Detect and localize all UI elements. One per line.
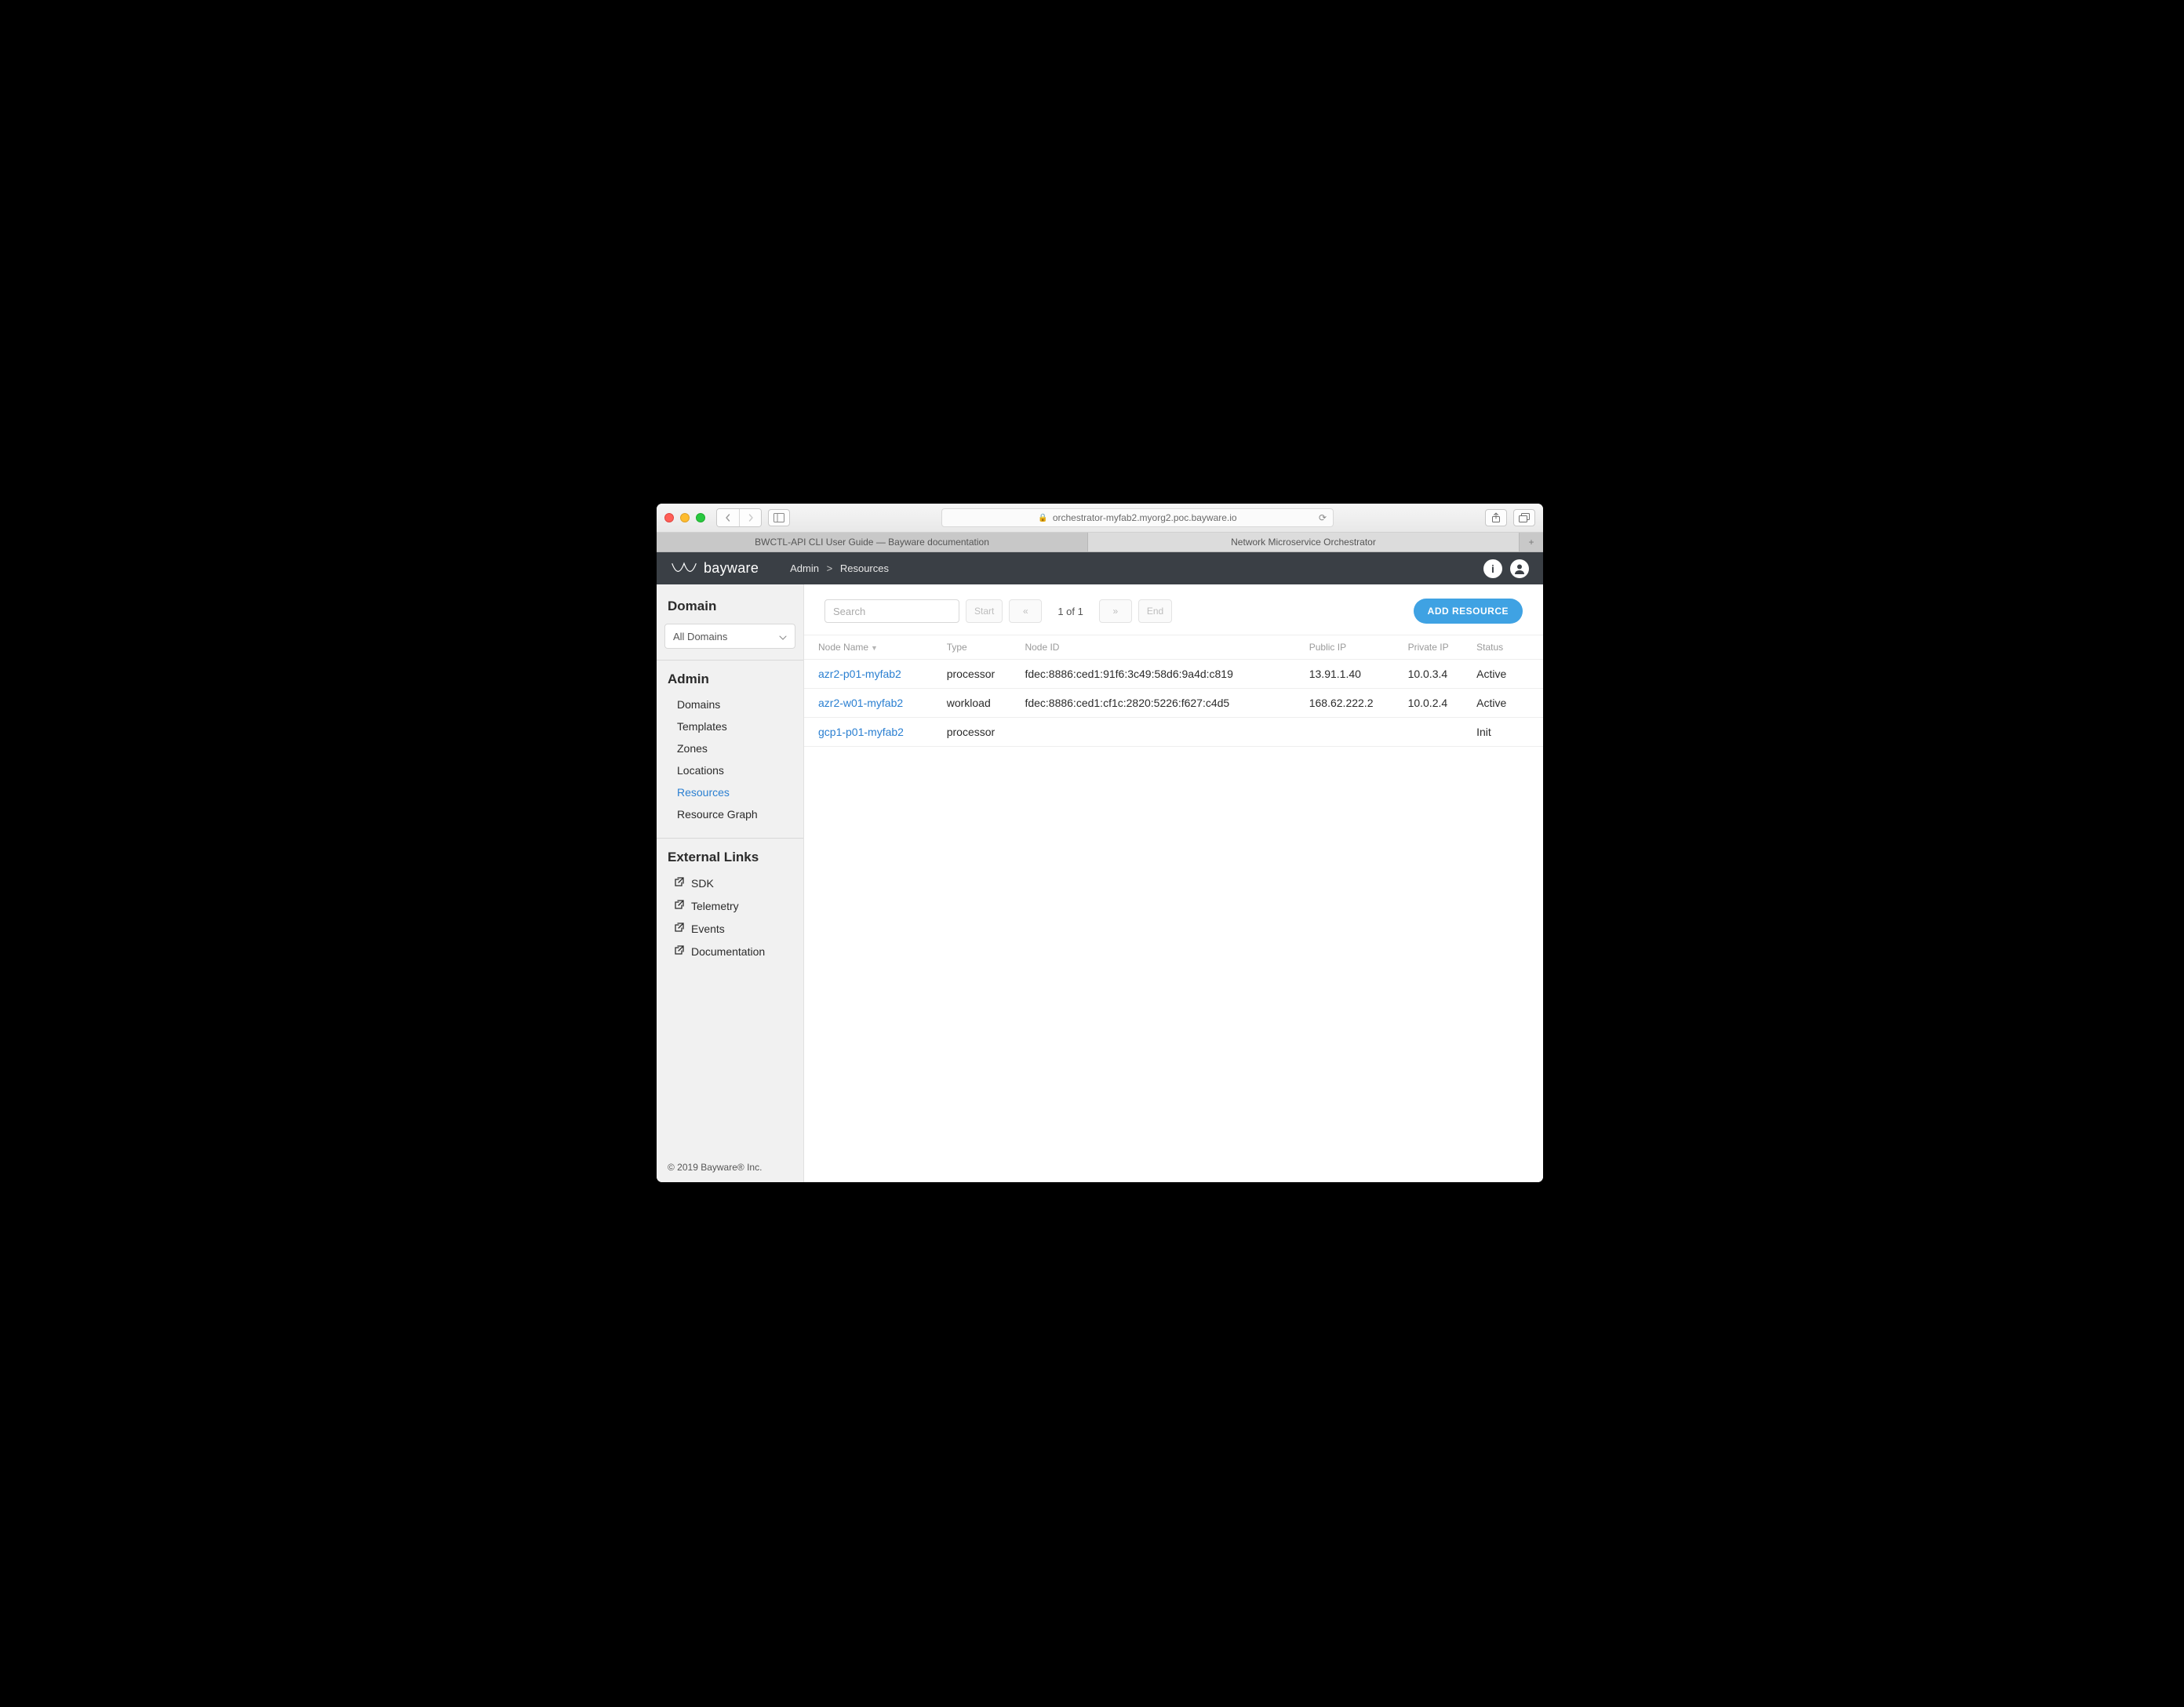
node-link[interactable]: azr2-p01-myfab2 <box>818 668 901 680</box>
new-tab-button[interactable]: + <box>1520 533 1543 551</box>
cell-node-name: azr2-w01-myfab2 <box>804 689 941 718</box>
external-link-icon <box>674 899 685 912</box>
cell-status: Active <box>1470 689 1543 718</box>
titlebar: 🔒 orchestrator-myfab2.myorg2.poc.bayware… <box>657 504 1543 533</box>
node-link[interactable]: gcp1-p01-myfab2 <box>818 726 904 738</box>
external-link-icon <box>674 944 685 958</box>
sidebar-item-templates[interactable]: Templates <box>657 715 803 737</box>
toolbar: Start « 1 of 1 » End ADD RESOURCE <box>804 584 1543 635</box>
col-node-name[interactable]: Node Name▼ <box>804 635 941 660</box>
external-link-sdk[interactable]: SDK <box>657 872 803 894</box>
search-input[interactable] <box>824 599 959 623</box>
domain-select[interactable]: All Domains <box>664 624 795 649</box>
cell-status: Init <box>1470 718 1543 747</box>
cell-public-ip: 168.62.222.2 <box>1303 689 1402 718</box>
user-avatar-icon[interactable] <box>1510 559 1529 578</box>
pager-info: 1 of 1 <box>1048 599 1093 623</box>
add-resource-button[interactable]: ADD RESOURCE <box>1414 599 1523 624</box>
resources-table: Node Name▼ Type Node ID Public IP Privat… <box>804 635 1543 747</box>
external-link-events[interactable]: Events <box>657 917 803 940</box>
main-content: Start « 1 of 1 » End ADD RESOURCE Node N… <box>804 584 1543 1182</box>
chevron-down-icon <box>779 631 787 642</box>
cell-node-name: gcp1-p01-myfab2 <box>804 718 941 747</box>
info-icon[interactable]: i <box>1483 559 1502 578</box>
window-minimize-button[interactable] <box>680 513 690 522</box>
cell-node-id: fdec:8886:ced1:91f6:3c49:58d6:9a4d:c819 <box>1018 660 1302 689</box>
url-host: orchestrator-myfab2.myorg2.poc.bayware.i… <box>1053 512 1237 523</box>
brand-logo[interactable]: bayware <box>671 560 759 577</box>
sidebar: Domain All Domains Admin DomainsTemplate… <box>657 584 804 1182</box>
cell-node-name: azr2-p01-myfab2 <box>804 660 941 689</box>
pager-end-button[interactable]: End <box>1138 599 1172 623</box>
external-link-documentation[interactable]: Documentation <box>657 940 803 963</box>
breadcrumb-item-0[interactable]: Admin <box>790 562 819 574</box>
sidebar-item-domains[interactable]: Domains <box>657 693 803 715</box>
cell-type: workload <box>941 689 1019 718</box>
col-public-ip[interactable]: Public IP <box>1303 635 1402 660</box>
sort-icon: ▼ <box>871 644 878 652</box>
sidebar-external-title: External Links <box>657 846 803 872</box>
cell-public-ip <box>1303 718 1402 747</box>
cell-private-ip: 10.0.3.4 <box>1402 660 1471 689</box>
col-type[interactable]: Type <box>941 635 1019 660</box>
browser-tab-0[interactable]: BWCTL-API CLI User Guide — Bayware docum… <box>657 533 1088 551</box>
pager-prev-button[interactable]: « <box>1009 599 1042 623</box>
col-status[interactable]: Status <box>1470 635 1543 660</box>
breadcrumb: Admin > Resources <box>790 562 889 574</box>
sidebar-item-resource-graph[interactable]: Resource Graph <box>657 803 803 825</box>
external-link-icon <box>674 922 685 935</box>
sidebar-toggle-button[interactable] <box>768 509 790 526</box>
cell-status: Active <box>1470 660 1543 689</box>
reload-icon[interactable]: ⟳ <box>1319 512 1327 523</box>
tabs-overview-button[interactable] <box>1513 509 1535 526</box>
cell-node-id: fdec:8886:ced1:cf1c:2820:5226:f627:c4d5 <box>1018 689 1302 718</box>
nav-forward-button[interactable] <box>739 509 761 526</box>
sidebar-admin-title: Admin <box>657 668 803 693</box>
table-row: azr2-p01-myfab2 processorfdec:8886:ced1:9… <box>804 660 1543 689</box>
app-header: bayware Admin > Resources i <box>657 552 1543 584</box>
cell-public-ip: 13.91.1.40 <box>1303 660 1402 689</box>
sidebar-footer: © 2019 Bayware® Inc. <box>657 1152 803 1182</box>
cell-type: processor <box>941 718 1019 747</box>
sidebar-domain-title: Domain <box>657 595 803 621</box>
tab-bar: BWCTL-API CLI User Guide — Bayware docum… <box>657 533 1543 552</box>
breadcrumb-item-1[interactable]: Resources <box>840 562 889 574</box>
nav-back-button[interactable] <box>717 509 739 526</box>
pager-next-button[interactable]: » <box>1099 599 1132 623</box>
table-row: azr2-w01-myfab2 workloadfdec:8886:ced1:cf… <box>804 689 1543 718</box>
table-row: gcp1-p01-myfab2 processor Init <box>804 718 1543 747</box>
external-link-telemetry[interactable]: Telemetry <box>657 894 803 917</box>
cell-type: processor <box>941 660 1019 689</box>
cell-private-ip <box>1402 718 1471 747</box>
pager-start-button[interactable]: Start <box>966 599 1003 623</box>
browser-tab-1[interactable]: Network Microservice Orchestrator <box>1088 533 1520 551</box>
sidebar-item-zones[interactable]: Zones <box>657 737 803 759</box>
cell-private-ip: 10.0.2.4 <box>1402 689 1471 718</box>
cell-node-id <box>1018 718 1302 747</box>
share-button[interactable] <box>1485 509 1507 526</box>
brand-name: bayware <box>704 560 759 577</box>
window-close-button[interactable] <box>664 513 674 522</box>
window-zoom-button[interactable] <box>696 513 705 522</box>
sidebar-item-resources[interactable]: Resources <box>657 781 803 803</box>
lock-icon: 🔒 <box>1038 514 1047 522</box>
external-link-icon <box>674 876 685 890</box>
sidebar-item-locations[interactable]: Locations <box>657 759 803 781</box>
col-node-id[interactable]: Node ID <box>1018 635 1302 660</box>
address-bar[interactable]: 🔒 orchestrator-myfab2.myorg2.poc.bayware… <box>941 508 1334 527</box>
browser-window: 🔒 orchestrator-myfab2.myorg2.poc.bayware… <box>657 504 1543 1182</box>
col-private-ip[interactable]: Private IP <box>1402 635 1471 660</box>
node-link[interactable]: azr2-w01-myfab2 <box>818 697 903 709</box>
